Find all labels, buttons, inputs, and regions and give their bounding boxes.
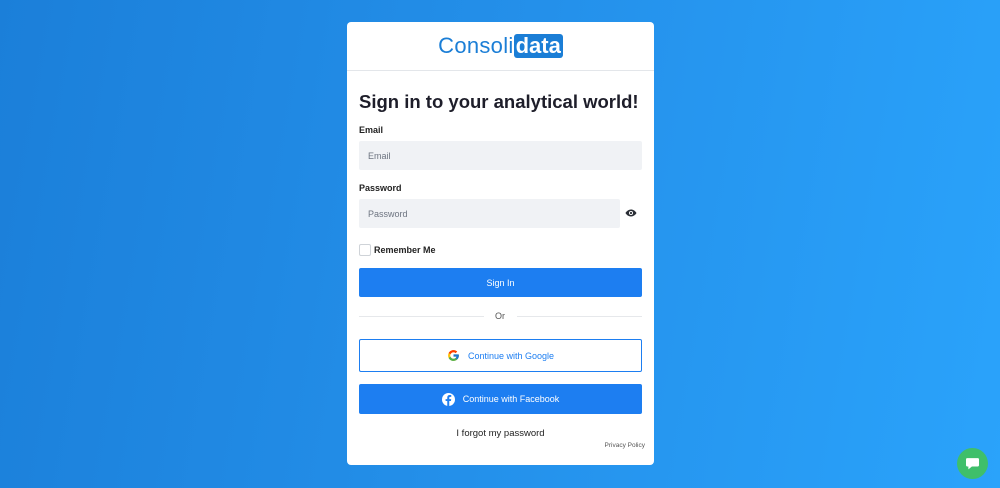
password-input[interactable] bbox=[359, 199, 620, 228]
chat-icon bbox=[965, 457, 980, 470]
facebook-icon bbox=[441, 392, 455, 406]
chat-widget-button[interactable] bbox=[957, 448, 988, 479]
or-separator: Or bbox=[495, 311, 505, 321]
continue-with-facebook-button[interactable]: Continue with Facebook bbox=[359, 384, 642, 414]
remember-me-label: Remember Me bbox=[374, 245, 436, 255]
google-button-label: Continue with Google bbox=[467, 350, 555, 361]
remember-me-checkbox[interactable] bbox=[359, 244, 371, 256]
signin-card: Consoli data Sign in to your analytical … bbox=[347, 22, 654, 465]
logo-text-consoli: Consoli bbox=[438, 33, 514, 58]
sign-in-button[interactable]: Sign In bbox=[359, 268, 642, 297]
google-icon bbox=[447, 349, 460, 362]
divider-right bbox=[517, 316, 642, 317]
logo-text-data: data bbox=[513, 33, 563, 58]
logo: Consoli data bbox=[438, 34, 563, 58]
continue-with-google-button[interactable]: Continue with Google bbox=[359, 339, 642, 372]
password-label: Password bbox=[359, 183, 402, 193]
email-label: Email bbox=[359, 125, 384, 135]
divider-left bbox=[359, 316, 484, 317]
privacy-policy-link[interactable]: Privacy Policy bbox=[605, 442, 645, 449]
card-header: Consoli data bbox=[347, 22, 654, 71]
email-input[interactable] bbox=[359, 141, 642, 170]
eye-icon[interactable] bbox=[624, 207, 638, 219]
facebook-button-label: Continue with Facebook bbox=[462, 394, 560, 404]
forgot-password-link[interactable]: I forgot my password bbox=[347, 428, 654, 439]
page-title: Sign in to your analytical world! bbox=[359, 91, 639, 112]
